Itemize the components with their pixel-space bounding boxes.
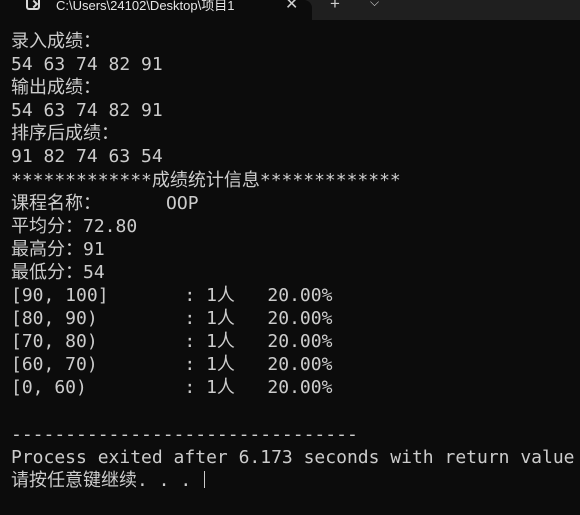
console-line: 最高分：91 [11, 238, 105, 260]
console-line: *************成绩统计信息************* [11, 169, 401, 191]
console-line: 54 63 74 82 91 [11, 100, 163, 122]
console-line: 91 82 74 63 54 [11, 146, 163, 168]
console-line: [60, 70) : 1人 20.00% [11, 354, 333, 376]
console-line: 最低分：54 [11, 261, 105, 283]
tab-dropdown-icon[interactable]: ⌵ [370, 0, 379, 10]
text-cursor [204, 470, 206, 488]
console-line: [0, 60) : 1人 20.00% [11, 377, 333, 399]
console-line: 平均分：72.80 [11, 215, 138, 237]
console-line: 输出成绩： [11, 77, 101, 99]
new-tab-button[interactable]: + [330, 0, 340, 14]
console-line: [90, 100] : 1人 20.00% [11, 285, 333, 307]
terminal-tab[interactable]: C:\Users\24102\Desktop\项目1 ✕ [0, 0, 312, 20]
console-line: [80, 90) : 1人 20.00% [11, 308, 333, 330]
console-line: 请按任意键继续. . . [11, 469, 203, 491]
tab-title: C:\Users\24102\Desktop\项目1 [56, 0, 235, 13]
console-line: 54 63 74 82 91 [11, 54, 163, 76]
console-output[interactable]: 录入成绩： 54 63 74 82 91 输出成绩： 54 63 74 82 9… [11, 30, 580, 500]
console-line: 排序后成绩： [11, 123, 119, 145]
console-line: [70, 80) : 1人 20.00% [11, 331, 333, 353]
terminal-icon [26, 0, 40, 10]
console-line: Process exited after 6.173 seconds with … [11, 446, 580, 468]
title-bar: C:\Users\24102\Desktop\项目1 ✕ + ⌵ [0, 0, 580, 20]
console-line: 录入成绩： [11, 31, 101, 52]
prompt-line: 请按任意键继续. . . [11, 469, 580, 492]
tab-close-icon[interactable]: ✕ [285, 0, 298, 14]
console-line: -------------------------------- [11, 423, 358, 445]
console-line: 课程名称： OOP [11, 192, 199, 214]
